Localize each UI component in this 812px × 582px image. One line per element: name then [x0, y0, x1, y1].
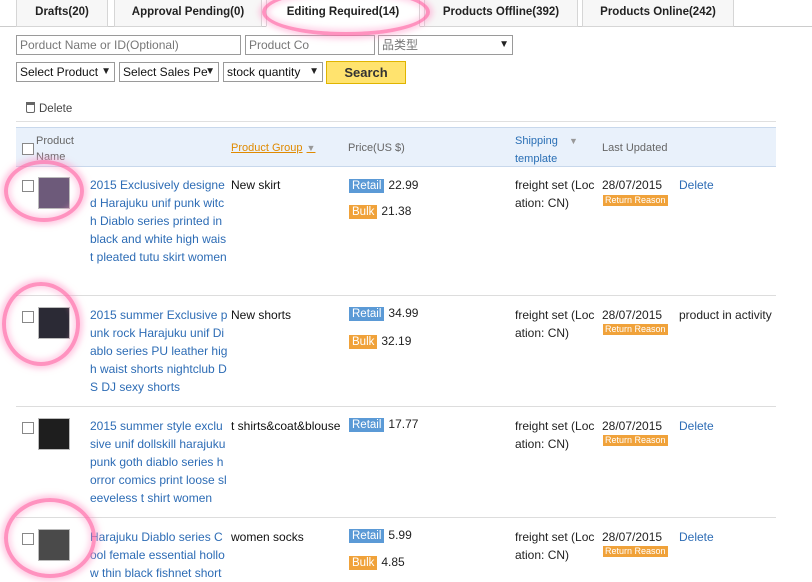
return-reason-badge[interactable]: Return Reason: [603, 324, 668, 335]
row-delete-link[interactable]: Delete: [679, 530, 714, 544]
last-updated-date: 28/07/2015: [602, 308, 663, 322]
product-group: New shorts: [231, 308, 292, 322]
select-product-value: Select Product: [20, 65, 99, 79]
tab-drafts[interactable]: Drafts(20): [16, 0, 108, 27]
product-group: t shirts&coat&blouse: [231, 419, 341, 433]
sort-down-icon: ▼: [569, 136, 578, 146]
column-product-group-label: Product Group: [231, 142, 303, 154]
bulk-delete-label: Delete: [39, 103, 73, 115]
column-shipping-label: Shipping template: [515, 135, 558, 165]
sort-down-icon: ▼: [306, 143, 316, 153]
select-all-checkbox[interactable]: [22, 143, 34, 155]
shipping-template: freight set (Location: CN): [515, 308, 595, 340]
row-checkbox[interactable]: [22, 422, 34, 434]
tab-approval-pending[interactable]: Approval Pending(0): [114, 0, 262, 27]
retail-badge: Retail: [349, 307, 385, 321]
highlight-circle: [2, 282, 80, 366]
highlight-circle: [4, 160, 84, 222]
shipping-template: freight set (Location: CN): [515, 419, 595, 451]
last-updated-date: 28/07/2015: [602, 419, 663, 433]
bulk-price: Bulk 32.19: [349, 334, 411, 349]
retail-value: 5.99: [388, 528, 412, 542]
product-name-input[interactable]: Porduct Name or ID(Optional): [16, 35, 241, 55]
highlight-circle: [4, 498, 96, 578]
bulk-price: Bulk 4.85: [349, 555, 405, 570]
product-name-link[interactable]: 2015 Exclusively designed Harajuku unif …: [90, 176, 228, 266]
retail-price: Retail 5.99: [349, 528, 412, 543]
row-delete-link[interactable]: Delete: [679, 178, 714, 192]
bulk-badge: Bulk: [349, 335, 378, 349]
stock-quantity-value: stock quantity: [227, 65, 301, 79]
product-name-link[interactable]: 2015 summer Exclusive punk rock Harajuku…: [90, 306, 228, 396]
shipping-template: freight set (Location: CN): [515, 178, 595, 210]
chevron-down-icon: ▼: [101, 66, 111, 77]
last-updated-date: 28/07/2015: [602, 530, 663, 544]
table-row: 2015 summer Exclusive punk rock Harajuku…: [16, 296, 776, 407]
shipping-template: freight set (Location: CN): [515, 530, 595, 562]
select-sales-person-dropdown[interactable]: Select Sales Pe ▼: [119, 62, 219, 82]
product-code-input[interactable]: Product Co: [245, 35, 375, 55]
column-last-updated: Last Updated: [602, 142, 668, 154]
product-name-link[interactable]: 2015 summer style exclusive unif dollski…: [90, 417, 228, 507]
bulk-badge: Bulk: [349, 205, 378, 219]
table-header: Product Name Product Group ▼ Price(US $) …: [16, 127, 776, 167]
retail-price: Retail 17.77: [349, 417, 418, 432]
last-updated-date: 28/07/2015: [602, 178, 663, 192]
category-select[interactable]: 品类型 ▼: [378, 35, 513, 55]
product-thumbnail[interactable]: [38, 418, 70, 450]
bulk-price: Bulk 21.38: [349, 204, 411, 219]
chevron-down-icon: ▼: [309, 66, 319, 77]
bulk-value: 21.38: [381, 204, 412, 218]
bulk-delete-button[interactable]: Delete: [26, 102, 72, 115]
retail-price: Retail 34.99: [349, 306, 418, 321]
highlight-circle: [262, 0, 430, 36]
bulk-value: 4.85: [381, 555, 405, 569]
product-group: New skirt: [231, 178, 281, 192]
table-row: 2015 summer style exclusive unif dollski…: [16, 407, 776, 518]
product-in-activity-status: product in activity: [679, 308, 772, 322]
product-group: women socks: [231, 530, 304, 544]
retail-price: Retail 22.99: [349, 178, 418, 193]
tab-products-offline[interactable]: Products Offline(392): [424, 0, 578, 27]
category-select-value: 品类型: [382, 38, 419, 52]
chevron-down-icon: ▼: [205, 66, 215, 77]
retail-badge: Retail: [349, 529, 385, 543]
table-row: 2015 Exclusively designed Harajuku unif …: [16, 168, 776, 296]
search-button[interactable]: Search: [326, 61, 406, 84]
row-delete-link[interactable]: Delete: [679, 419, 714, 433]
retail-value: 17.77: [388, 417, 419, 431]
retail-value: 22.99: [388, 178, 419, 192]
column-shipping-template[interactable]: Shipping template ▼: [515, 132, 585, 168]
select-product-dropdown[interactable]: Select Product ▼: [16, 62, 115, 82]
return-reason-badge[interactable]: Return Reason: [603, 546, 668, 557]
retail-badge: Retail: [349, 179, 385, 193]
column-product-group[interactable]: Product Group ▼: [231, 142, 315, 154]
bulk-action-bar: Delete: [16, 92, 776, 122]
return-reason-badge[interactable]: Return Reason: [603, 195, 668, 206]
retail-value: 34.99: [388, 306, 419, 320]
column-price: Price(US $): [348, 142, 405, 154]
bulk-value: 32.19: [381, 334, 412, 348]
chevron-down-icon: ▼: [499, 39, 509, 50]
select-sales-value: Select Sales Pe: [123, 65, 208, 79]
return-reason-badge[interactable]: Return Reason: [603, 435, 668, 446]
stock-quantity-dropdown[interactable]: stock quantity ▼: [223, 62, 323, 82]
bulk-badge: Bulk: [349, 556, 378, 570]
product-name-link[interactable]: Harajuku Diablo series Cool female essen…: [90, 528, 228, 582]
tab-products-online[interactable]: Products Online(242): [582, 0, 734, 27]
table-row: Harajuku Diablo series Cool female essen…: [16, 518, 776, 582]
trash-icon: [26, 102, 35, 113]
retail-badge: Retail: [349, 418, 385, 432]
